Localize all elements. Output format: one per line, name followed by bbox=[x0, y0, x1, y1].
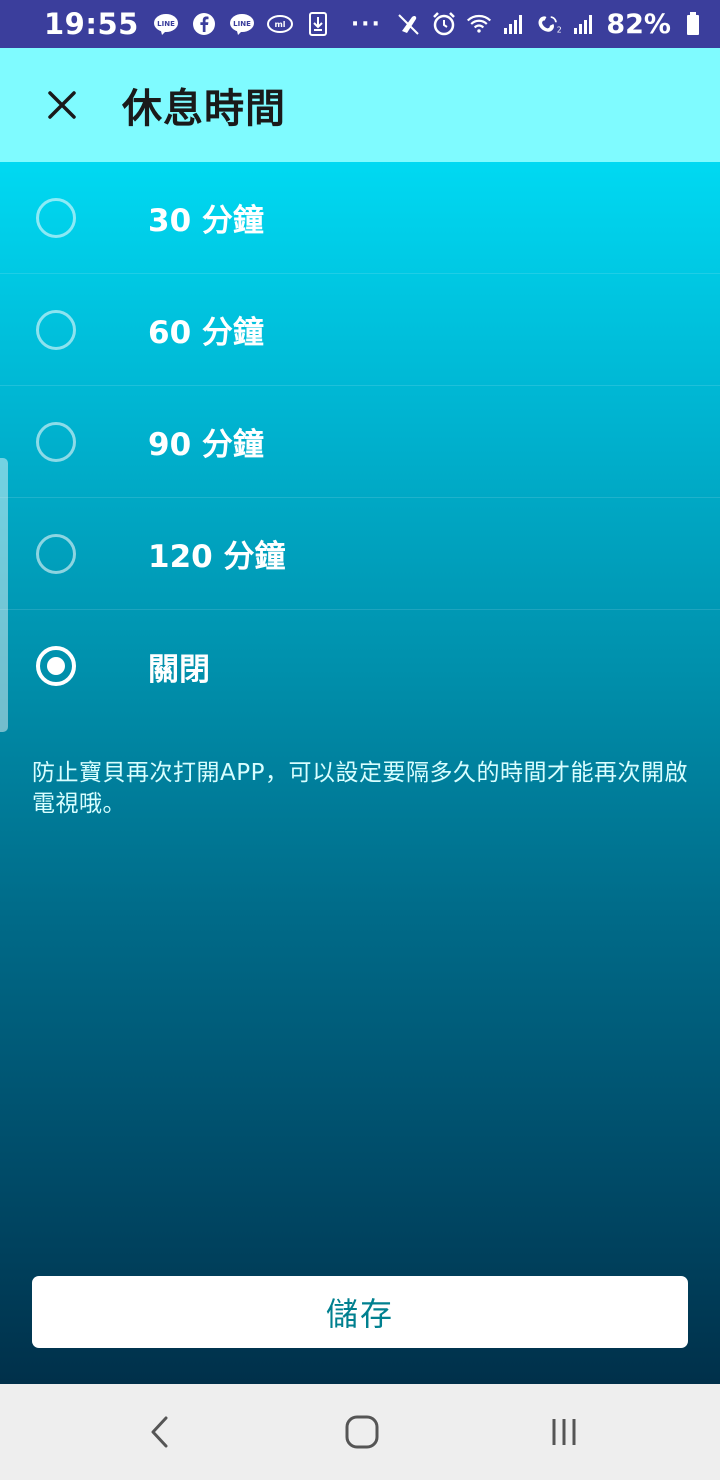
radio-button[interactable] bbox=[36, 197, 76, 238]
recent-apps-icon[interactable] bbox=[540, 1408, 588, 1456]
save-button[interactable]: 儲存 bbox=[32, 1276, 688, 1348]
battery-icon bbox=[680, 12, 706, 35]
back-icon[interactable] bbox=[136, 1408, 184, 1456]
svg-text:ml: ml bbox=[274, 20, 285, 29]
alarm-icon bbox=[431, 12, 457, 36]
option-60-minutes[interactable]: 60 分鐘 bbox=[0, 274, 720, 386]
radio-button[interactable] bbox=[36, 533, 76, 574]
option-120-minutes[interactable]: 120 分鐘 bbox=[0, 498, 720, 610]
battery-percent: 82% bbox=[606, 8, 671, 40]
signal-icon bbox=[571, 13, 597, 35]
system-icons: 2 82% bbox=[396, 9, 706, 40]
notification-icons: LINE LINE ml ··· bbox=[153, 12, 382, 37]
download-icon bbox=[305, 12, 331, 36]
option-label: 60 分鐘 bbox=[148, 315, 264, 351]
radio-button[interactable] bbox=[36, 421, 76, 462]
wifi-calling-icon: 2 bbox=[536, 13, 562, 35]
svg-text:2: 2 bbox=[557, 26, 562, 35]
line-icon: LINE bbox=[153, 13, 179, 35]
app-bar: 休息時間 bbox=[0, 48, 720, 162]
status-time: 19:55 bbox=[44, 7, 139, 41]
more-notifications: ··· bbox=[350, 11, 382, 37]
svg-text:LINE: LINE bbox=[233, 20, 251, 28]
wifi-icon bbox=[466, 13, 492, 35]
radio-button-selected[interactable] bbox=[36, 646, 76, 686]
facebook-icon bbox=[191, 13, 217, 35]
option-label: 120 分鐘 bbox=[148, 539, 286, 575]
option-label: 30 分鐘 bbox=[148, 203, 264, 239]
status-bar: 19:55 LINE LINE ml ··· 2 82% bbox=[0, 0, 720, 48]
navigation-bar bbox=[0, 1384, 720, 1480]
break-time-settings: 30 分鐘 60 分鐘 90 分鐘 120 分鐘 關閉 防止寶貝再次打開APP，… bbox=[0, 162, 720, 1384]
option-90-minutes[interactable]: 90 分鐘 bbox=[0, 386, 720, 498]
line-icon: LINE bbox=[229, 13, 255, 35]
option-off[interactable]: 關閉 bbox=[0, 610, 720, 722]
page-title: 休息時間 bbox=[122, 86, 286, 132]
option-label: 關閉 bbox=[148, 651, 210, 688]
home-icon[interactable] bbox=[338, 1408, 386, 1456]
radio-button[interactable] bbox=[36, 309, 76, 350]
mail-icon: ml bbox=[266, 13, 293, 35]
signal-icon bbox=[501, 13, 527, 35]
silent-icon bbox=[396, 13, 422, 35]
option-label: 90 分鐘 bbox=[148, 427, 264, 463]
close-icon[interactable] bbox=[0, 48, 128, 162]
description-text: 防止寶貝再次打開APP，可以設定要隔多久的時間才能再次開啟電視哦。 bbox=[32, 760, 688, 817]
svg-text:LINE: LINE bbox=[157, 20, 175, 28]
option-30-minutes[interactable]: 30 分鐘 bbox=[0, 162, 720, 274]
